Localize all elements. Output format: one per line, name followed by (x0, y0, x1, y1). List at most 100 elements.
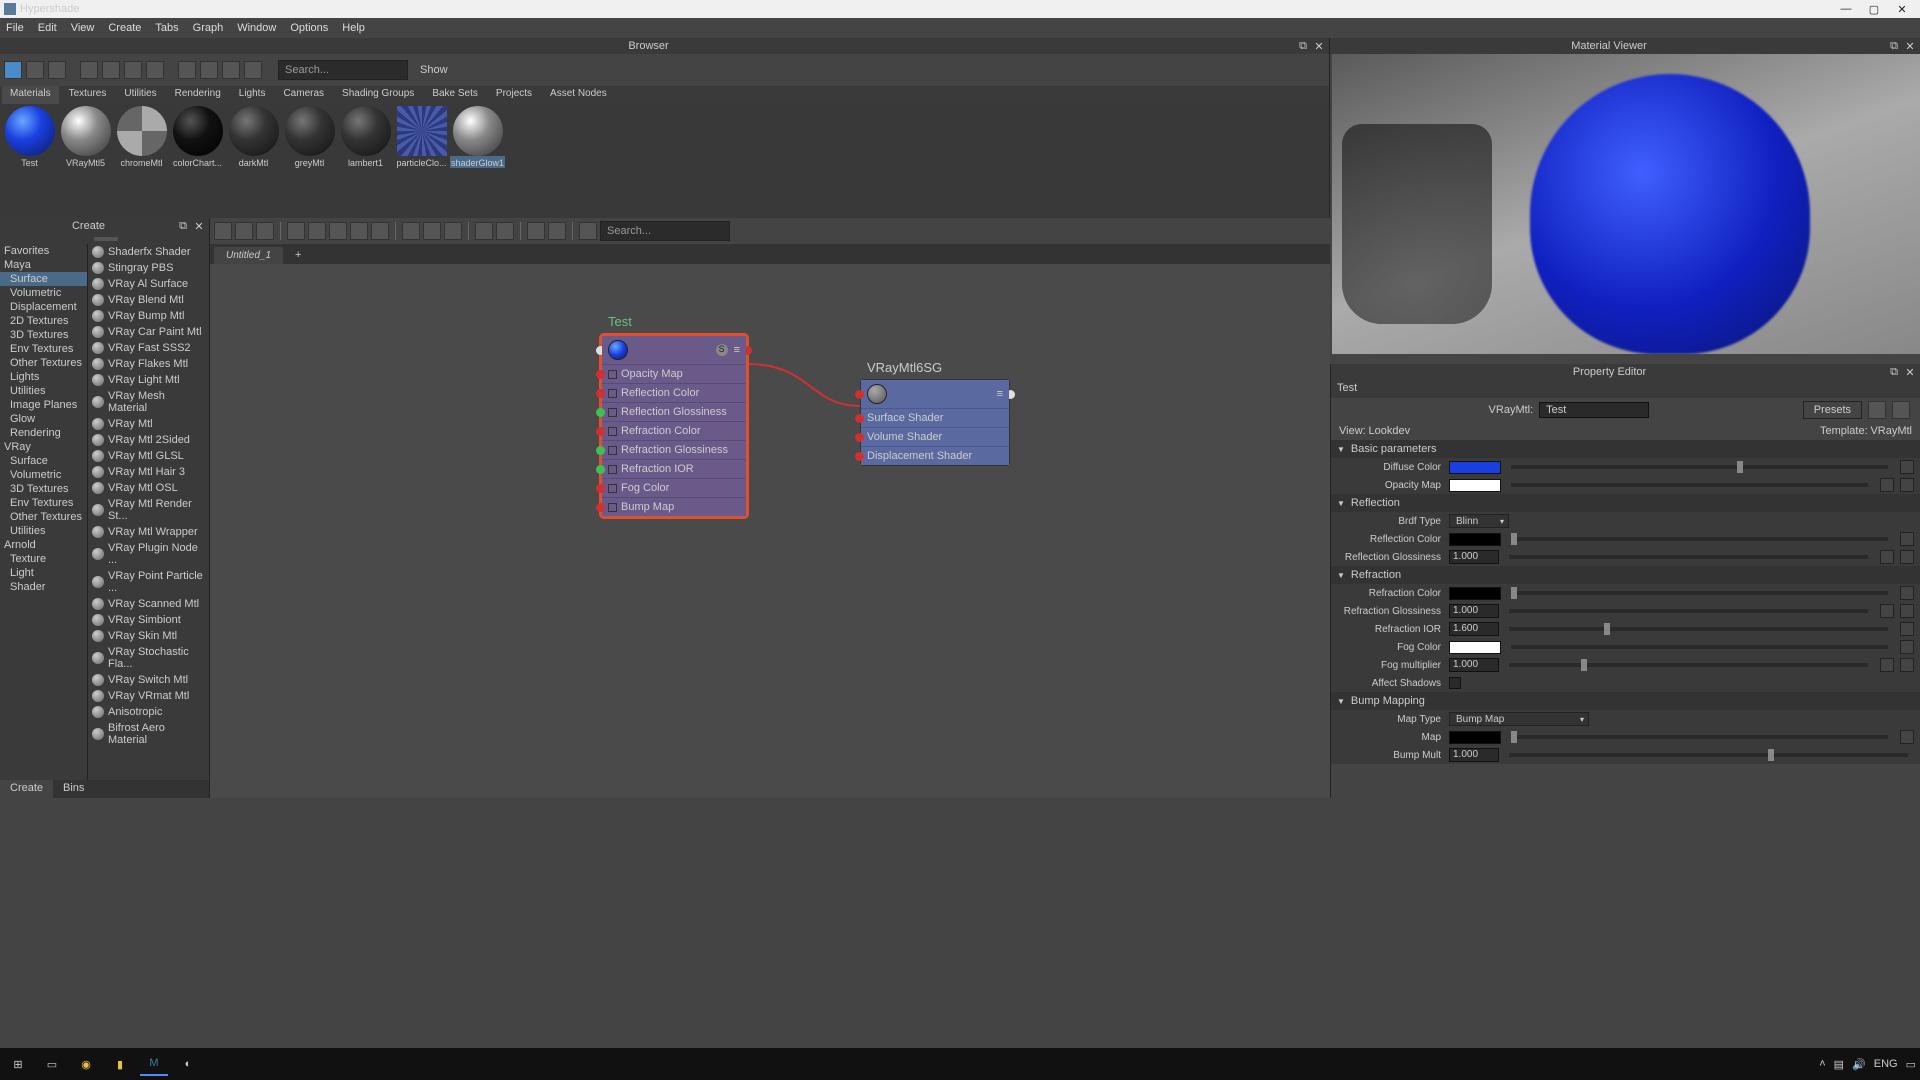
section-basic[interactable]: ▼Basic parameters (1331, 440, 1920, 458)
map-button[interactable] (1900, 478, 1914, 492)
section-refraction[interactable]: ▼Refraction (1331, 566, 1920, 584)
tab-textures[interactable]: Textures (61, 86, 115, 104)
tree-item[interactable]: Favorites (0, 244, 87, 258)
render-preview[interactable] (1332, 54, 1920, 354)
shader-list-item[interactable]: VRay Plugin Node ... (88, 540, 209, 568)
toolbar-icon[interactable] (80, 61, 98, 79)
tree-item[interactable]: Image Planes (0, 398, 87, 412)
node-shading-group[interactable]: VRayMtl6SG ≡ Surface ShaderVolume Shader… (860, 379, 1010, 466)
shader-list-item[interactable]: VRay Stochastic Fla... (88, 644, 209, 672)
tree-item[interactable]: Env Textures (0, 342, 87, 356)
tree-item[interactable]: Other Textures (0, 510, 87, 524)
graph-tool-icon[interactable] (496, 222, 514, 240)
toolbar-icon[interactable] (244, 61, 262, 79)
refraction-color-swatch[interactable] (1449, 587, 1501, 600)
refl-gloss-slider[interactable] (1509, 555, 1868, 559)
material-swatch[interactable]: shaderGlow1 (450, 106, 505, 168)
tab-materials[interactable]: Materials (2, 86, 59, 104)
window-minimize[interactable]: — (1832, 3, 1860, 15)
shader-list-item[interactable]: Bifrost Aero Material (88, 720, 209, 748)
node-attr-row[interactable]: Fog Color (602, 478, 746, 497)
shader-list-item[interactable]: VRay Mtl (88, 416, 209, 432)
props-icon[interactable] (1868, 401, 1886, 419)
toolbar-icon[interactable] (48, 61, 66, 79)
toolbar-icon[interactable] (222, 61, 240, 79)
shader-list-item[interactable]: VRay Mtl OSL (88, 480, 209, 496)
material-swatch[interactable]: chromeMtl (114, 106, 169, 168)
map-button[interactable] (1900, 604, 1914, 618)
shader-list-item[interactable]: VRay Fast SSS2 (88, 340, 209, 356)
toolbar-icon[interactable] (102, 61, 120, 79)
tree-item[interactable]: Glow (0, 412, 87, 426)
refl-gloss-input[interactable]: 1.000 (1449, 550, 1499, 564)
graph-tool-icon[interactable] (308, 222, 326, 240)
opacity-swatch[interactable] (1449, 479, 1501, 492)
menu-view[interactable]: View (71, 22, 95, 34)
menu-options[interactable]: Options (290, 22, 328, 34)
shader-list-item[interactable]: VRay Simbiont (88, 612, 209, 628)
shader-list-item[interactable]: Anisotropic (88, 704, 209, 720)
shader-list-item[interactable]: VRay Switch Mtl (88, 672, 209, 688)
shader-list-item[interactable]: VRay Al Surface (88, 276, 209, 292)
menu-help[interactable]: Help (342, 22, 365, 34)
graph-canvas[interactable]: Test S ≡ Opacity MapReflection ColorRefl… (210, 264, 1330, 798)
section-bump[interactable]: ▼Bump Mapping (1331, 692, 1920, 710)
presets-button[interactable]: Presets (1803, 401, 1862, 419)
map-slider[interactable] (1511, 735, 1888, 739)
toolbar-icon[interactable] (178, 61, 196, 79)
shader-list-item[interactable]: Shaderfx Shader (88, 244, 209, 260)
map-button[interactable] (1900, 730, 1914, 744)
graph-tool-icon[interactable] (235, 222, 253, 240)
viewer-popout-icon[interactable]: ⧉ (1888, 40, 1900, 53)
menu-window[interactable]: Window (237, 22, 276, 34)
tree-item[interactable]: Texture (0, 552, 87, 566)
graph-tool-icon[interactable] (214, 222, 232, 240)
tab-bake-sets[interactable]: Bake Sets (424, 86, 486, 104)
props-tab[interactable]: Test (1331, 380, 1920, 398)
node-header[interactable]: ≡ (861, 380, 1009, 408)
node-menu-icon[interactable]: ≡ (734, 344, 740, 356)
graph-tab[interactable]: Untitled_1 (214, 247, 283, 264)
toolbar-icon[interactable] (124, 61, 142, 79)
node-attr-row[interactable]: Volume Shader (861, 427, 1009, 446)
bump-mult-slider[interactable] (1509, 753, 1908, 757)
create-popout-icon[interactable]: ⧉ (177, 220, 189, 233)
material-swatch[interactable]: VRayMtl5 (58, 106, 113, 168)
tree-item[interactable]: 3D Textures (0, 328, 87, 342)
node-attr-row[interactable]: Reflection Color (602, 383, 746, 402)
node-test[interactable]: Test S ≡ Opacity MapReflection ColorRefl… (600, 334, 748, 518)
chrome-icon[interactable]: ◉ (72, 1052, 100, 1076)
opacity-slider[interactable] (1511, 483, 1868, 487)
material-swatch[interactable]: particleClo... (394, 106, 449, 168)
tree-item[interactable]: Rendering (0, 426, 87, 440)
map-button[interactable] (1900, 460, 1914, 474)
create-close-icon[interactable]: ✕ (193, 220, 205, 233)
material-name-input[interactable]: Test (1539, 402, 1649, 418)
port-in[interactable] (855, 414, 864, 423)
node-attr-row[interactable]: Opacity Map (602, 364, 746, 383)
task-view-icon[interactable]: ▭ (38, 1052, 66, 1076)
port-in[interactable] (596, 370, 605, 379)
shader-list-item[interactable]: VRay Mesh Material (88, 388, 209, 416)
diffuse-slider[interactable] (1511, 465, 1888, 469)
graph-tool-icon[interactable] (350, 222, 368, 240)
graph-tool-icon[interactable] (371, 222, 389, 240)
refr-ior-slider[interactable] (1509, 627, 1888, 631)
node-attr-row[interactable]: Reflection Glossiness (602, 402, 746, 421)
tree-item[interactable]: Utilities (0, 524, 87, 538)
viewer-close-icon[interactable]: ✕ (1904, 40, 1916, 53)
shader-list-item[interactable]: VRay Skin Mtl (88, 628, 209, 644)
refr-ior-input[interactable]: 1.600 (1449, 622, 1499, 636)
tab-create[interactable]: Create (0, 780, 53, 798)
shader-list-item[interactable]: VRay Bump Mtl (88, 308, 209, 324)
graph-tool-icon[interactable] (444, 222, 462, 240)
system-tray[interactable]: ˄ ▤ 🔊 ENG ▭ (1819, 1058, 1916, 1071)
tree-item[interactable]: Light (0, 566, 87, 580)
port-in[interactable] (855, 452, 864, 461)
toolbar-icon[interactable] (146, 61, 164, 79)
material-swatch[interactable]: colorChart... (170, 106, 225, 168)
props-popout-icon[interactable]: ⧉ (1888, 366, 1900, 379)
graph-tool-icon[interactable] (256, 222, 274, 240)
graph-tool-icon[interactable] (329, 222, 347, 240)
shader-list-item[interactable]: VRay Mtl Hair 3 (88, 464, 209, 480)
